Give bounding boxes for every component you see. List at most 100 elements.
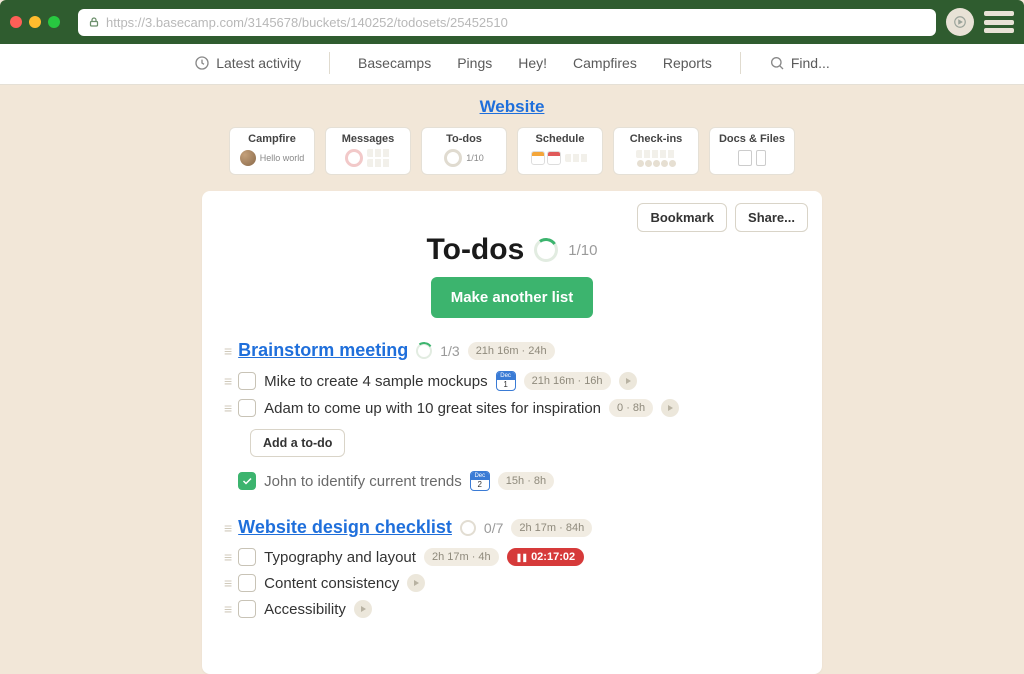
list-progress: 0/7 <box>484 520 503 536</box>
progress-ring-icon <box>444 149 462 167</box>
time-tag: 21h 16m · 16h <box>524 372 611 390</box>
list-header: ≡ Brainstorm meeting 1/3 21h 16m · 24h <box>224 340 800 361</box>
todo-item: ≡ Adam to come up with 10 great sites fo… <box>224 399 800 417</box>
todo-text[interactable]: Mike to create 4 sample mockups <box>264 373 487 390</box>
todo-text[interactable]: Adam to come up with 10 great sites for … <box>264 400 601 417</box>
due-date-chip[interactable]: 1 <box>496 371 516 391</box>
drag-handle-icon[interactable]: ≡ <box>224 575 230 591</box>
avatar-icon <box>240 150 256 166</box>
checkbox-checked[interactable] <box>238 472 256 490</box>
check-icon <box>241 475 253 487</box>
progress-ring-icon <box>460 520 476 536</box>
maximize-window-icon[interactable] <box>48 16 60 28</box>
browser-menu-icon[interactable] <box>984 11 1014 33</box>
search-icon <box>769 55 785 71</box>
time-tag: 2h 17m · 84h <box>511 519 592 537</box>
make-list-button[interactable]: Make another list <box>431 277 594 318</box>
minimize-window-icon[interactable] <box>29 16 41 28</box>
nav-basecamps[interactable]: Basecamps <box>358 55 431 71</box>
nav-find[interactable]: Find... <box>769 55 830 71</box>
tool-schedule[interactable]: Schedule <box>517 127 603 175</box>
time-tag: 0 · 8h <box>609 399 653 417</box>
file-icon <box>756 150 766 166</box>
add-todo-button[interactable]: Add a to-do <box>250 429 345 457</box>
browser-action-icon[interactable] <box>946 8 974 36</box>
progress-ring-icon <box>534 238 558 262</box>
nav-campfires[interactable]: Campfires <box>573 55 637 71</box>
play-icon[interactable] <box>407 574 425 592</box>
tool-todos[interactable]: To-dos 1/10 <box>421 127 507 175</box>
tool-campfire-sub: Hello world <box>260 153 305 163</box>
tool-todos-title: To-dos <box>428 133 500 145</box>
todo-item: ≡ Accessibility <box>224 600 800 618</box>
todo-item: ≡ Typography and layout 2h 17m · 4h 02:1… <box>224 548 800 566</box>
todo-text[interactable]: Content consistency <box>264 575 399 592</box>
tool-docs[interactable]: Docs & Files <box>709 127 795 175</box>
tool-campfire[interactable]: Campfire Hello world <box>229 127 315 175</box>
placeholder-lines <box>636 150 676 158</box>
time-tag: 21h 16m · 24h <box>468 342 555 360</box>
tool-schedule-title: Schedule <box>524 133 596 145</box>
tool-checkins[interactable]: Check-ins <box>613 127 699 175</box>
time-tag: 2h 17m · 4h <box>424 548 499 566</box>
nav-reports[interactable]: Reports <box>663 55 712 71</box>
running-timer[interactable]: 02:17:02 <box>507 548 584 566</box>
avatars-icon <box>637 160 676 167</box>
browser-chrome: https://3.basecamp.com/3145678/buckets/1… <box>0 0 1024 44</box>
nav-pings[interactable]: Pings <box>457 55 492 71</box>
bookmark-button[interactable]: Bookmark <box>637 203 727 232</box>
progress-count: 1/10 <box>568 242 597 259</box>
todo-list: ≡ Website design checklist 0/7 2h 17m · … <box>224 517 800 618</box>
clock-icon <box>194 55 210 71</box>
tool-messages-title: Messages <box>332 133 404 145</box>
url-bar[interactable]: https://3.basecamp.com/3145678/buckets/1… <box>78 9 936 36</box>
list-title-link[interactable]: Website design checklist <box>238 517 452 538</box>
drag-handle-icon[interactable]: ≡ <box>224 520 230 536</box>
list-progress: 1/3 <box>440 343 459 359</box>
placeholder-icon <box>345 149 363 167</box>
share-button[interactable]: Share... <box>735 203 808 232</box>
file-icon <box>738 150 752 166</box>
play-icon[interactable] <box>619 372 637 390</box>
checkbox[interactable] <box>238 600 256 618</box>
todo-list: ≡ Brainstorm meeting 1/3 21h 16m · 24h ≡… <box>224 340 800 491</box>
drag-handle-icon[interactable]: ≡ <box>224 601 230 617</box>
top-nav: Latest activity Basecamps Pings Hey! Cam… <box>0 44 1024 85</box>
tool-docs-title: Docs & Files <box>716 133 788 145</box>
checkbox[interactable] <box>238 372 256 390</box>
tool-todos-count: 1/10 <box>466 153 484 163</box>
tool-cards: Campfire Hello world Messages To-dos 1/1… <box>0 127 1024 175</box>
todo-text[interactable]: Typography and layout <box>264 549 416 566</box>
lock-icon <box>88 16 100 28</box>
tool-messages[interactable]: Messages <box>325 127 411 175</box>
todo-item: ≡ Mike to create 4 sample mockups 1 21h … <box>224 371 800 391</box>
nav-hey[interactable]: Hey! <box>518 55 547 71</box>
due-date-chip[interactable]: 2 <box>470 471 490 491</box>
todo-text[interactable]: John to identify current trends <box>264 473 462 490</box>
list-title-link[interactable]: Brainstorm meeting <box>238 340 408 361</box>
todo-lists: ≡ Brainstorm meeting 1/3 21h 16m · 24h ≡… <box>202 340 822 674</box>
play-icon[interactable] <box>354 600 372 618</box>
todo-item-completed: ≡ John to identify current trends 2 15h … <box>224 471 800 491</box>
list-header: ≡ Website design checklist 0/7 2h 17m · … <box>224 517 800 538</box>
progress-ring-icon <box>416 343 432 359</box>
drag-handle-icon[interactable]: ≡ <box>224 549 230 565</box>
completed-section: ≡ John to identify current trends 2 15h … <box>224 471 800 491</box>
url-text: https://3.basecamp.com/3145678/buckets/1… <box>106 15 508 30</box>
checkbox[interactable] <box>238 548 256 566</box>
drag-handle-icon[interactable]: ≡ <box>224 400 230 416</box>
close-window-icon[interactable] <box>10 16 22 28</box>
play-icon[interactable] <box>661 399 679 417</box>
calendar-icon <box>531 151 561 165</box>
project-link[interactable]: Website <box>480 97 545 116</box>
drag-handle-icon[interactable]: ≡ <box>224 373 230 389</box>
drag-handle-icon[interactable]: ≡ <box>224 343 230 359</box>
checkbox[interactable] <box>238 399 256 417</box>
tool-campfire-title: Campfire <box>236 133 308 145</box>
panel-actions: Bookmark Share... <box>637 203 808 232</box>
placeholder-lines <box>565 154 589 162</box>
checkbox[interactable] <box>238 574 256 592</box>
nav-latest-activity[interactable]: Latest activity <box>194 55 301 71</box>
todo-text[interactable]: Accessibility <box>264 601 346 618</box>
todo-item: ≡ Content consistency <box>224 574 800 592</box>
